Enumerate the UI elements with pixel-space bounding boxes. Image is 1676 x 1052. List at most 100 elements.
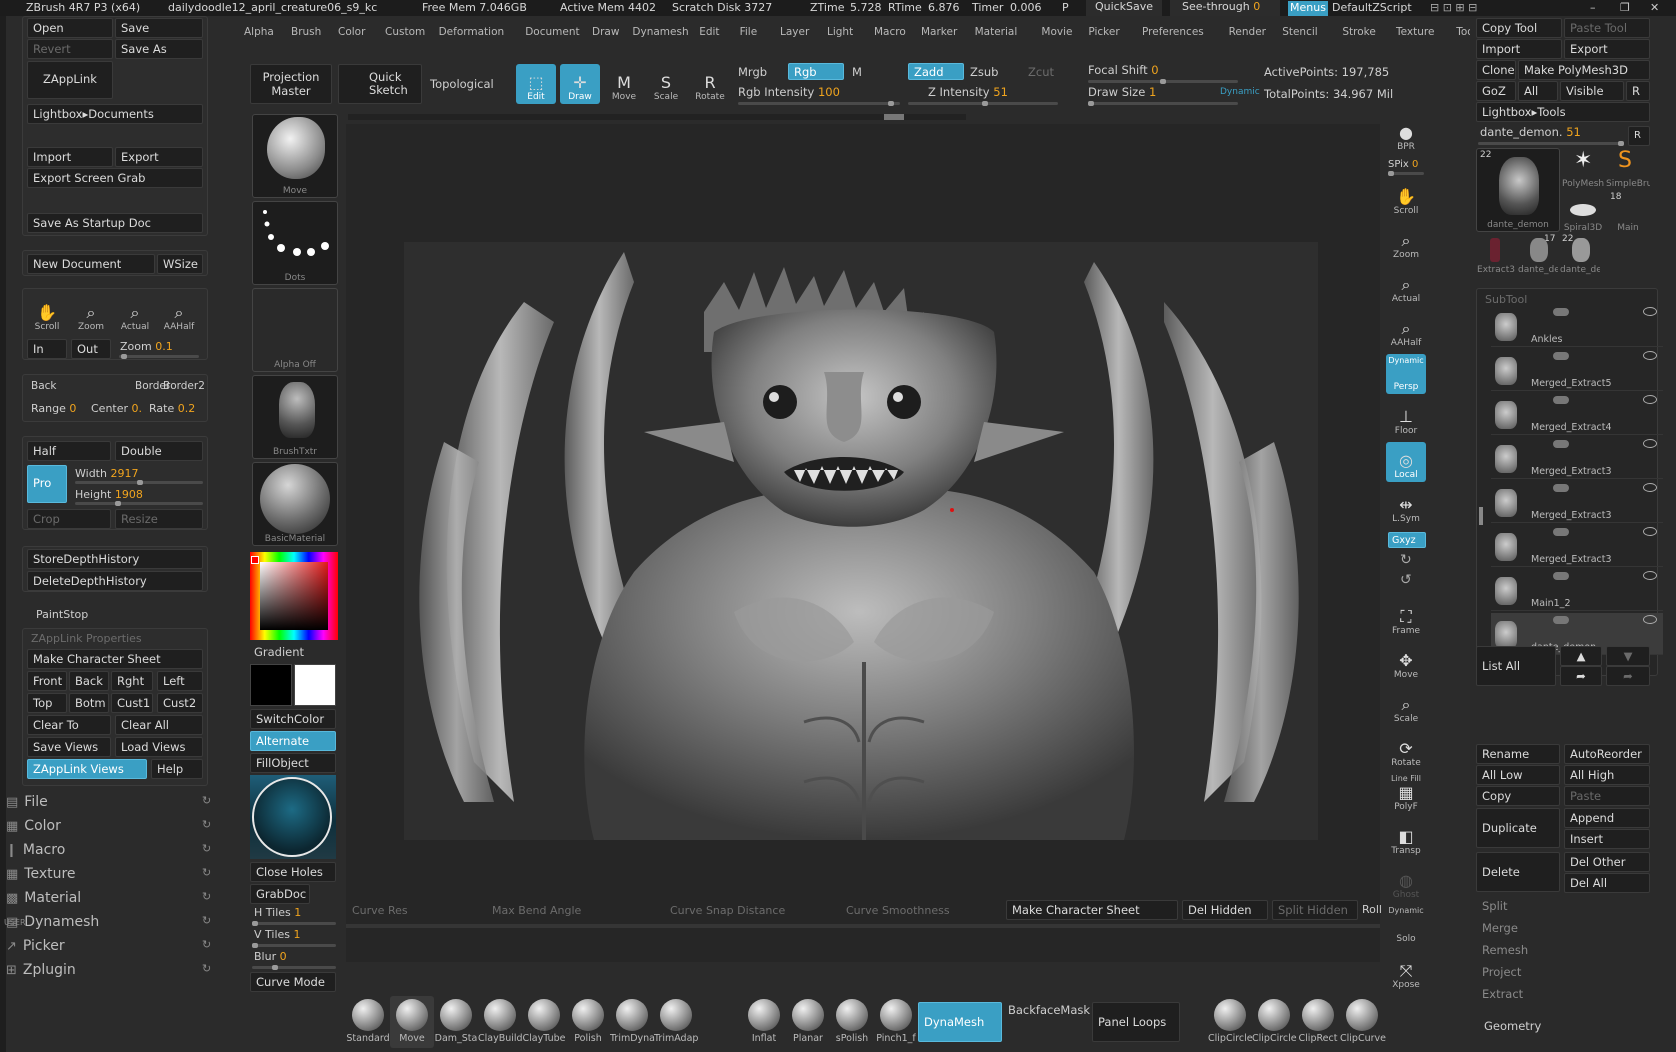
spix-track[interactable]: [1388, 171, 1424, 176]
menu-draw[interactable]: Draw: [592, 26, 619, 38]
move-down-arrow-icon[interactable]: ▼: [1606, 646, 1650, 666]
paste-tool-button[interactable]: Paste Tool: [1564, 18, 1650, 38]
shelf-aahalf-button[interactable]: ⌕ AAHalf: [1386, 310, 1426, 350]
menu-preferences[interactable]: Preferences: [1142, 26, 1204, 38]
tool-thumb-polymesh[interactable]: ✶ PolyMesh: [1562, 148, 1604, 190]
split-button[interactable]: Split: [1482, 900, 1508, 913]
brush-claybuild[interactable]: ClayBuild: [478, 996, 523, 1048]
left-menu-material[interactable]: ▩ Material ↻: [6, 890, 216, 906]
switch-color-button[interactable]: SwitchColor: [250, 709, 336, 729]
canvas-area[interactable]: Curve Res Max Bend Angle Curve Snap Dist…: [346, 124, 1382, 962]
lightbox-documents-button[interactable]: Lightbox▸Documents: [27, 104, 203, 124]
local-button[interactable]: ◎ Local: [1386, 442, 1426, 482]
merge-button[interactable]: Merge: [1482, 922, 1518, 935]
subtool-item[interactable]: Merged_Extract3: [1491, 481, 1663, 523]
width-slider[interactable]: Width 2917: [75, 467, 138, 480]
split-hidden-button[interactable]: Split Hidden: [1272, 900, 1358, 920]
menu-macro[interactable]: Macro: [874, 26, 906, 38]
top-view-button[interactable]: Top: [27, 693, 67, 713]
visibility-eye-icon[interactable]: [1643, 483, 1657, 492]
xpose-button[interactable]: ⤧ Xpose: [1386, 952, 1426, 992]
menu-alpha[interactable]: Alpha: [244, 26, 274, 38]
roll-button[interactable]: Roll: [1362, 903, 1382, 916]
append-button[interactable]: Append: [1564, 808, 1650, 828]
zapplink-views-button[interactable]: ZAppLink Views: [27, 759, 147, 779]
popup-pin-icon[interactable]: ↻: [202, 938, 211, 951]
list-all-button[interactable]: List All: [1476, 646, 1556, 686]
tool-thumb-main[interactable]: 18 Main: [1606, 192, 1650, 234]
grabdoc-button[interactable]: GrabDoc: [250, 884, 310, 904]
arrow-right-dim-icon[interactable]: ➦: [1606, 666, 1650, 686]
backface-mask-button[interactable]: BackfaceMask: [1008, 1004, 1090, 1017]
polypaint-toggle-icon[interactable]: [1553, 484, 1569, 492]
right-view-button[interactable]: Rght: [111, 671, 153, 691]
menu-picker[interactable]: Picker: [1088, 26, 1119, 38]
all-low-button[interactable]: All Low: [1476, 765, 1560, 785]
goz-button[interactable]: GoZ: [1476, 81, 1516, 101]
left-menu-file[interactable]: ▤ File ↻: [6, 794, 216, 810]
texture-thumbnail[interactable]: BrushTxtr: [252, 375, 338, 459]
close-holes-button[interactable]: Close Holes: [250, 862, 336, 882]
polypaint-toggle-icon[interactable]: [1553, 616, 1569, 624]
tool-thumb-spiral3d[interactable]: Spiral3D: [1562, 192, 1604, 234]
actual-tool[interactable]: ⌕ Actual: [115, 294, 155, 334]
brush-move[interactable]: Move: [390, 996, 434, 1048]
tool-thumb-extract3[interactable]: Extract3: [1476, 234, 1516, 276]
v-tiles-track[interactable]: [252, 943, 336, 948]
stroke-thumbnail[interactable]: Dots: [252, 201, 338, 285]
crop-button[interactable]: Crop: [27, 509, 111, 529]
shelf-zoom-button[interactable]: ⌕ Zoom: [1386, 222, 1426, 262]
height-slider[interactable]: Height 1908: [75, 488, 143, 501]
popup-pin-icon[interactable]: ↻: [202, 794, 211, 807]
paste-subtool-button[interactable]: Paste: [1564, 786, 1650, 806]
panel-loops-button[interactable]: Panel Loops: [1092, 1002, 1180, 1042]
lsym-button[interactable]: ⇹ L.Sym: [1386, 486, 1426, 526]
close-icon[interactable]: ✕: [1650, 1, 1659, 14]
polypaint-toggle-icon[interactable]: [1553, 528, 1569, 536]
new-document-button[interactable]: New Document: [27, 254, 155, 274]
menus-toggle[interactable]: Menus: [1288, 1, 1328, 16]
material-thumbnail[interactable]: BasicMaterial: [252, 462, 338, 546]
menu-marker[interactable]: Marker: [921, 26, 957, 38]
left-menu-color[interactable]: ▦ Color ↻: [6, 818, 216, 834]
blur-track[interactable]: [252, 965, 336, 970]
tool-thumb-simplebrush[interactable]: S SimpleBru: [1606, 148, 1650, 190]
move-up-arrow-icon[interactable]: ▲: [1560, 646, 1602, 666]
menu-light[interactable]: Light: [827, 26, 853, 38]
mrgb-button[interactable]: Mrgb: [738, 66, 767, 79]
import-button[interactable]: Import: [27, 147, 113, 167]
left-menu-picker[interactable]: ↗ Picker ↻: [6, 938, 216, 954]
shelf-move-button[interactable]: ✥ Move: [1386, 642, 1426, 682]
brush-spolish[interactable]: sPolish: [830, 996, 874, 1048]
popup-pin-icon[interactable]: ↻: [202, 962, 211, 975]
clip-brush-clipcircle[interactable]: ClipCircle: [1252, 996, 1297, 1048]
floor-button[interactable]: ⊥ Floor: [1386, 398, 1426, 438]
polyf-button[interactable]: Line Fill ▦ PolyF: [1386, 774, 1426, 814]
current-tool-slider[interactable]: dante_demon. 51: [1480, 126, 1581, 139]
paintstop-label[interactable]: PaintStop: [36, 608, 88, 621]
subtool-item[interactable]: Ankles: [1491, 305, 1663, 347]
v-tiles-slider[interactable]: V Tiles 1: [254, 928, 301, 941]
del-all-button[interactable]: Del All: [1564, 873, 1650, 893]
menu-brush[interactable]: Brush: [291, 26, 321, 38]
gradient-label[interactable]: Gradient: [254, 646, 304, 659]
main-color-swatch[interactable]: [250, 664, 292, 706]
zoom-tool[interactable]: ⌕ Zoom: [71, 294, 111, 334]
gxyz-button[interactable]: Gxyz: [1388, 532, 1426, 548]
draw-size-track[interactable]: [1088, 101, 1238, 106]
aahalf-tool[interactable]: ⌕ AAHalf: [159, 294, 199, 334]
rgb-intensity-slider[interactable]: Rgb Intensity 100: [738, 86, 840, 99]
rename-button[interactable]: Rename: [1476, 744, 1560, 764]
bpr-button[interactable]: ● BPR: [1386, 114, 1426, 154]
range-slider[interactable]: Range 0: [31, 402, 76, 415]
zoom-slider[interactable]: Zoom 0.1: [120, 340, 173, 353]
polypaint-toggle-icon[interactable]: [1553, 352, 1569, 360]
h-tiles-track[interactable]: [252, 921, 336, 926]
tool-thumb-dante-de-2[interactable]: 22 dante_de: [1560, 234, 1600, 276]
popup-pin-icon[interactable]: ↻: [202, 842, 211, 855]
left-menu-macro[interactable]: ❙ Macro ↻: [6, 842, 216, 858]
edit-mode-button[interactable]: ⬚ Edit: [516, 64, 556, 104]
curve-snap-distance-slider[interactable]: Curve Snap Distance: [670, 904, 785, 917]
remesh-button[interactable]: Remesh: [1482, 944, 1528, 957]
center-slider[interactable]: Center 0.: [91, 402, 142, 415]
